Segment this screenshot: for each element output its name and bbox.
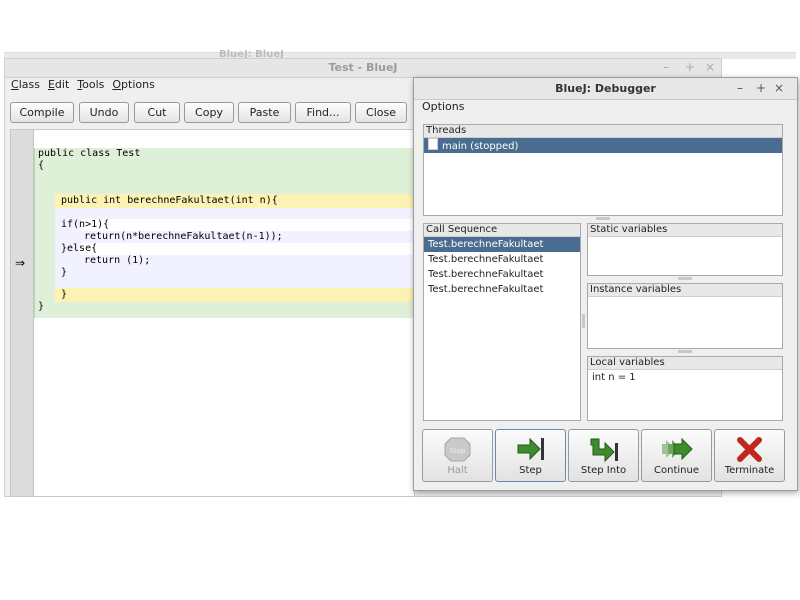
undo-button[interactable]: Undo xyxy=(79,102,129,123)
code-line: if(n>1){ xyxy=(61,219,110,230)
line-gutter[interactable] xyxy=(11,130,34,496)
debugger-menu-options[interactable]: Options xyxy=(422,100,464,113)
stop-icon: Stop xyxy=(423,435,492,463)
call-sequence-item[interactable]: Test.berechneFakultaet xyxy=(424,252,580,267)
code-line: return (1); xyxy=(84,255,151,266)
method-close-highlight xyxy=(55,288,414,302)
close-icon[interactable]: × xyxy=(705,60,715,74)
stop-icon-label: Stop xyxy=(450,447,466,455)
call-sequence-item[interactable]: Test.berechneFakultaet xyxy=(424,282,580,297)
step-label: Step xyxy=(519,465,542,476)
debugger-close-icon[interactable]: × xyxy=(774,81,784,95)
code-line: public int berechneFakultaet(int n){ xyxy=(61,195,278,206)
static-variables-header: Static variables xyxy=(588,224,782,237)
continue-icon xyxy=(642,435,711,463)
step-into-button[interactable]: Step Into xyxy=(568,429,639,482)
splitter-handle[interactable] xyxy=(678,350,692,353)
code-line: } xyxy=(61,289,68,300)
else-block-highlight xyxy=(81,243,414,255)
copy-button[interactable]: Copy xyxy=(184,102,234,123)
current-line-arrow-icon: ⇒ xyxy=(15,256,26,270)
code-line: } xyxy=(61,267,68,278)
step-into-label: Step Into xyxy=(580,465,627,476)
static-variables-panel: Static variables xyxy=(587,223,783,276)
local-variables-panel: Local variables int n = 1 xyxy=(587,356,783,421)
step-button[interactable]: Step xyxy=(495,429,566,482)
code-line: public class Test xyxy=(38,148,141,159)
threads-header: Threads xyxy=(424,125,782,138)
menu-tools[interactable]: Tools xyxy=(77,78,104,91)
splitter-handle[interactable] xyxy=(678,277,692,280)
call-sequence-item[interactable]: Test.berechneFakultaet xyxy=(424,267,580,282)
minimize-icon[interactable]: – xyxy=(663,60,669,74)
step-icon xyxy=(496,435,565,463)
halt-label: Halt xyxy=(447,465,468,476)
editor-title: Test - BlueJ xyxy=(328,61,398,74)
code-line: }else{ xyxy=(61,243,98,254)
if-block-highlight xyxy=(81,219,414,231)
threads-panel: Threads main (stopped) xyxy=(423,124,783,216)
find-button[interactable]: Find... xyxy=(295,102,351,123)
cut-button[interactable]: Cut xyxy=(134,102,180,123)
horizontal-splitter-handle[interactable] xyxy=(582,314,585,328)
menu-edit[interactable]: Edit xyxy=(48,78,69,91)
debugger-maximize-icon[interactable]: + xyxy=(756,81,766,95)
terminate-button[interactable]: Terminate xyxy=(714,429,785,482)
local-variable-item[interactable]: int n = 1 xyxy=(588,370,782,385)
code-line: } xyxy=(38,301,45,312)
continue-label: Continue xyxy=(654,465,699,476)
instance-variables-panel: Instance variables xyxy=(587,283,783,349)
call-sequence-panel: Call Sequence Test.berechneFakultaet Tes… xyxy=(423,223,581,421)
debugger-minimize-icon[interactable]: – xyxy=(737,81,743,95)
instance-variables-header: Instance variables xyxy=(588,284,782,297)
compile-button[interactable]: Compile xyxy=(10,102,74,123)
menu-options[interactable]: Options xyxy=(112,78,154,91)
close-button[interactable]: Close xyxy=(355,102,407,123)
halt-button[interactable]: Stop Halt xyxy=(422,429,493,482)
continue-button[interactable]: Continue xyxy=(641,429,712,482)
vertical-splitter-handle[interactable] xyxy=(596,217,610,220)
call-sequence-item[interactable]: Test.berechneFakultaet xyxy=(424,237,580,252)
maximize-icon[interactable]: + xyxy=(685,60,695,74)
terminate-label: Terminate xyxy=(724,465,775,476)
debugger-window: BlueJ: Debugger – + × Options Threads ma… xyxy=(413,77,798,491)
menu-class[interactable]: Class xyxy=(11,78,40,91)
paste-button[interactable]: Paste xyxy=(238,102,291,123)
step-into-icon xyxy=(569,435,638,463)
local-variables-header: Local variables xyxy=(588,357,782,370)
thread-label: main (stopped) xyxy=(442,141,519,152)
code-line: { xyxy=(38,160,45,171)
thread-item[interactable]: main (stopped) xyxy=(424,138,782,153)
document-icon xyxy=(428,138,438,150)
terminate-icon xyxy=(715,435,784,463)
editor-menubar: Class Edit Tools Options xyxy=(5,78,157,94)
code-editor[interactable]: ⇒ public class Test { public int berechn… xyxy=(10,129,415,497)
call-sequence-header: Call Sequence xyxy=(424,224,580,237)
code-line: return(n*berechneFakultaet(n-1)); xyxy=(84,231,283,242)
